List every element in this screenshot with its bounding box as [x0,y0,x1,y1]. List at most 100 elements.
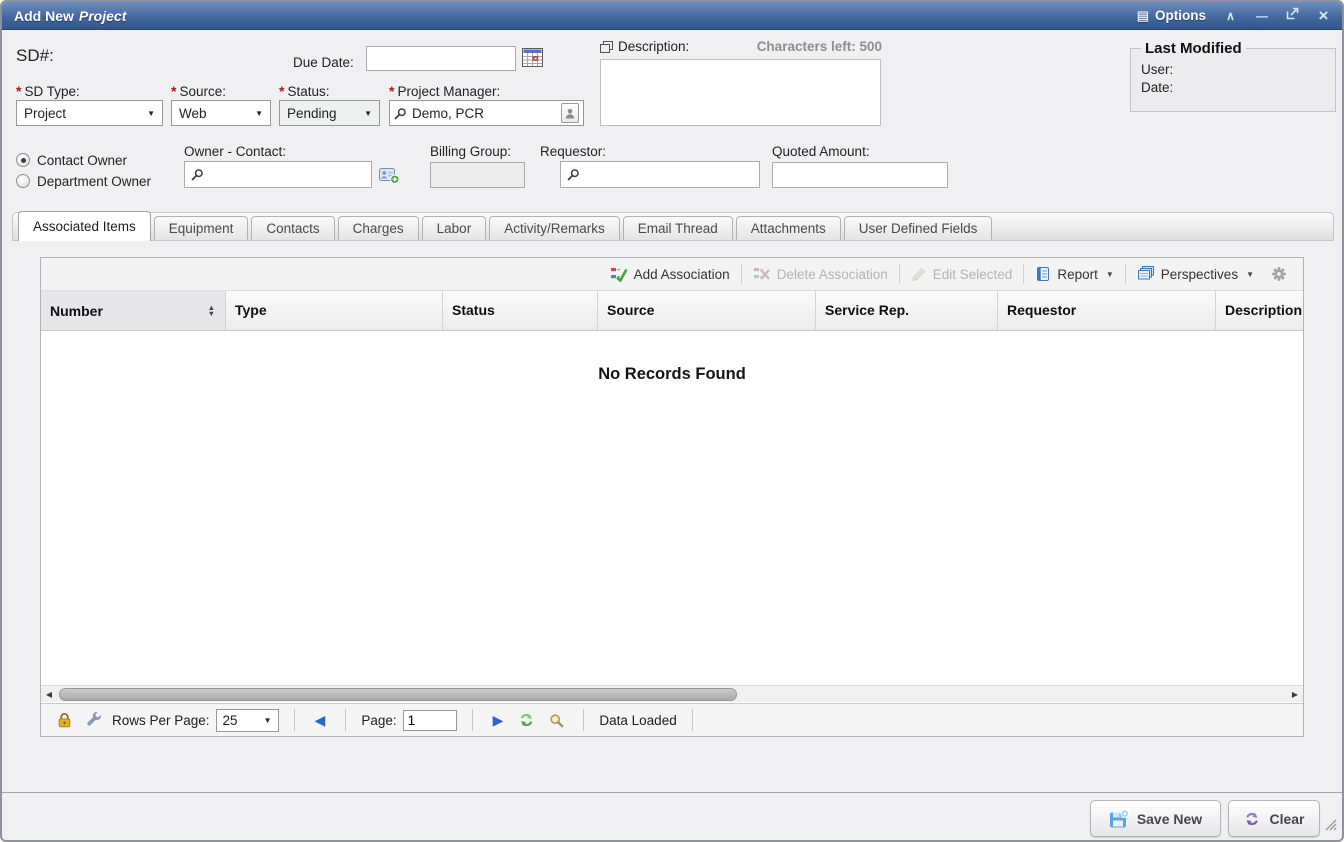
no-records-message: No Records Found [41,365,1303,384]
scroll-right-icon[interactable]: ▶ [1287,690,1303,699]
sort-icon[interactable]: ▲▼ [208,305,215,316]
sd-number-label: SD#: [16,46,54,66]
column-header-source[interactable]: Source [598,291,816,330]
column-header-description[interactable]: Description [1216,291,1303,330]
chevron-down-icon: ▼ [1246,270,1254,279]
scrollbar-thumb[interactable] [59,688,737,701]
column-header-requestor[interactable]: Requestor [998,291,1216,330]
department-owner-radio[interactable]: Department Owner [16,173,151,189]
add-association-icon [610,266,628,282]
required-marker: * [16,83,21,99]
tab-activity-remarks[interactable]: Activity/Remarks [489,216,620,240]
contact-owner-label: Contact Owner [37,153,127,168]
wrench-icon[interactable] [86,712,102,728]
sd-type-select[interactable]: Project▼ [16,100,163,126]
chevron-down-icon: ▼ [255,109,263,118]
quoted-amount-input[interactable] [772,162,948,188]
sd-type-label: *SD Type: [16,83,80,99]
requestor-label: Requestor: [540,144,606,159]
report-button[interactable]: Report ▼ [1026,266,1122,282]
pager-separator [294,709,295,731]
dialog-title-text: Add New [14,8,74,24]
characters-left-counter: Characters left: 500 [757,39,882,54]
popout-icon[interactable] [1286,7,1299,24]
column-header-service-rep[interactable]: Service Rep. [816,291,998,330]
tab-email-thread[interactable]: Email Thread [623,216,733,240]
scroll-left-icon[interactable]: ◀ [41,690,57,699]
add-contact-icon[interactable] [379,165,400,185]
project-manager-lookup[interactable]: Demo, PCR [389,100,584,126]
owner-contact-value[interactable] [209,166,365,183]
clear-button[interactable]: Clear [1228,800,1320,837]
column-header-type[interactable]: Type [226,291,443,330]
search-records-icon[interactable] [549,713,564,728]
add-new-project-window: Add NewProject ▤ Options ∧ — × SD#: Due … [0,0,1344,842]
toolbar-separator [899,264,900,284]
toolbar-separator [1023,264,1024,284]
requestor-value[interactable] [585,166,753,183]
report-icon [1035,266,1051,282]
resize-grip[interactable] [1323,817,1337,836]
column-header-number[interactable]: Number ▲▼ [41,291,226,330]
search-icon [191,168,204,181]
grid-body: No Records Found [41,331,1303,685]
add-association-button[interactable]: Add Association [601,266,739,282]
sd-type-value: Project [24,106,66,121]
due-date-input[interactable] [366,46,516,71]
prev-page-icon[interactable]: ◀ [315,713,326,727]
project-manager-label: *Project Manager: [389,83,500,99]
tab-equipment[interactable]: Equipment [154,216,249,240]
next-page-icon[interactable]: ▶ [493,713,504,727]
minimize-icon[interactable]: — [1255,10,1268,22]
search-icon [567,168,580,181]
quoted-amount-label: Quoted Amount: [772,144,870,159]
tab-user-defined-fields[interactable]: User Defined Fields [844,216,993,240]
source-value: Web [179,106,207,121]
owner-contact-lookup[interactable] [184,161,372,188]
tab-charges[interactable]: Charges [338,216,419,240]
source-select[interactable]: Web ▼ [171,100,271,126]
required-marker: * [389,83,394,99]
select-manager-icon[interactable] [561,103,579,123]
calendar-icon[interactable] [521,47,543,68]
page-number-input[interactable] [403,710,457,731]
scrollbar-track[interactable] [57,688,1287,701]
pager-separator [583,709,584,731]
save-new-button[interactable]: Save New [1090,800,1221,837]
perspectives-icon [1137,266,1155,282]
chevron-down-icon: ▼ [364,109,372,118]
requestor-lookup[interactable] [560,161,760,188]
close-icon[interactable]: × [1317,7,1330,24]
perspectives-button[interactable]: Perspectives ▼ [1128,266,1263,282]
delete-association-icon [753,266,771,282]
rows-per-page-value: 25 [223,713,238,728]
status-value: Pending [287,106,337,121]
pagination-bar: Rows Per Page: 25 ▼ ◀ Page: ▶ Data Loade… [41,703,1303,736]
rows-per-page-select[interactable]: 25 ▼ [216,709,279,732]
contact-owner-radio[interactable]: Contact Owner [16,152,127,168]
owner-contact-label: Owner - Contact: [184,144,286,159]
options-menu-icon: ▤ [1137,8,1149,24]
column-header-status[interactable]: Status [443,291,598,330]
toolbar-separator [741,264,742,284]
last-modified-title: Last Modified [1141,40,1246,57]
description-popout-icon[interactable] [600,41,613,53]
pager-separator [692,709,693,731]
options-label: Options [1155,8,1206,23]
gear-icon[interactable] [1271,266,1287,282]
options-button[interactable]: ▤ Options [1137,8,1206,24]
refresh-icon[interactable] [518,712,535,728]
tab-strip: Associated Items Equipment Contacts Char… [12,212,1334,241]
horizontal-scrollbar[interactable]: ◀ ▶ [41,685,1303,702]
grid-toolbar: Add Association Delete Association Edit … [41,258,1303,291]
tab-labor[interactable]: Labor [422,216,487,240]
footer-divider [2,792,1342,793]
tab-attachments[interactable]: Attachments [736,216,841,240]
tab-associated-items[interactable]: Associated Items [18,211,151,241]
description-textarea[interactable] [600,59,881,126]
collapse-icon[interactable]: ∧ [1224,10,1237,22]
radio-selected-icon [16,153,30,167]
status-select[interactable]: Pending ▼ [279,100,380,126]
tab-contacts[interactable]: Contacts [251,216,334,240]
lock-icon[interactable] [57,712,72,728]
